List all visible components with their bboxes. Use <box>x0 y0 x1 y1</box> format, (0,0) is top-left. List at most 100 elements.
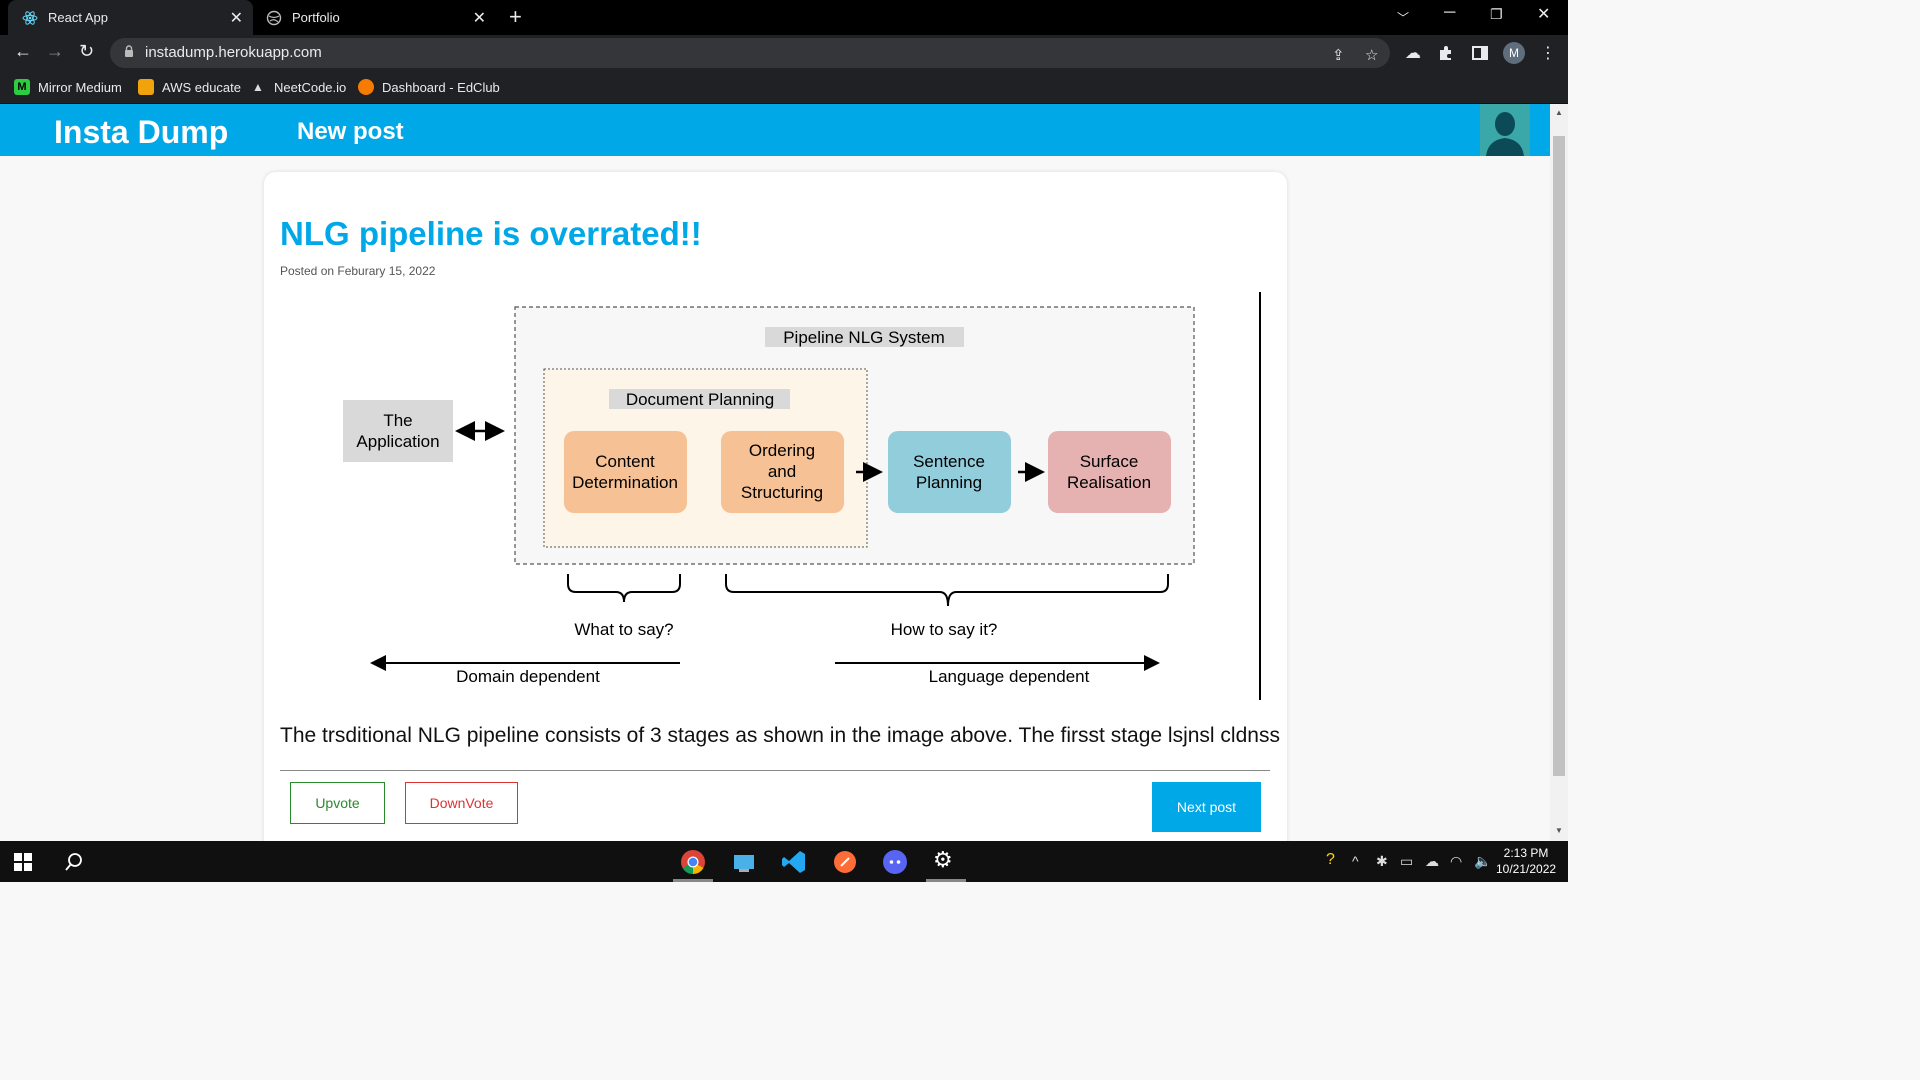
application-label-2: Application <box>356 432 439 451</box>
bookmark-edclub[interactable]: Dashboard - EdClub <box>358 79 500 95</box>
reload-icon[interactable]: ↻ <box>79 41 94 62</box>
system-label: Pipeline NLG System <box>783 328 945 347</box>
sentence-label-1: Sentence <box>913 452 985 471</box>
windows-start-icon[interactable] <box>14 853 32 871</box>
user-icon <box>1486 112 1524 156</box>
post-date: Posted on Feburary 15, 2022 <box>280 264 436 278</box>
medium-icon: M <box>14 79 30 95</box>
discord-icon[interactable] <box>882 849 908 875</box>
ordering-label-2: and <box>768 462 796 481</box>
bookmark-label: Mirror Medium <box>38 79 122 95</box>
post-card: NLG pipeline is overrated!! Posted on Fe… <box>264 172 1287 862</box>
edclub-icon <box>358 79 374 95</box>
aws-cube-icon <box>138 79 154 95</box>
ordering-label-3: Structuring <box>741 483 823 502</box>
post-body: The trsditional NLG pipeline consists of… <box>280 724 1280 747</box>
page-scrollbar[interactable]: ▲ ▼ <box>1550 104 1568 841</box>
browser-tab-bar: React App ✕ Portfolio ✕ + ﹀ ─ ❐ ✕ <box>0 0 1568 35</box>
doc-planning-label: Document Planning <box>626 390 774 409</box>
rocket-icon: ▲ <box>252 80 264 94</box>
windows-taskbar: ⚙ ? ^ ✱ ▭ ☁ ◠ 🔈 2:13 PM 10/21/2022 <box>0 841 1568 882</box>
search-icon[interactable] <box>64 852 84 872</box>
url-text: instadump.herokuapp.com <box>145 44 322 61</box>
chevron-up-icon[interactable]: ^ <box>1352 853 1359 869</box>
tab-title: Portfolio <box>292 10 340 25</box>
upvote-button[interactable]: Upvote <box>290 782 385 824</box>
next-post-button[interactable]: Next post <box>1152 782 1261 832</box>
back-icon[interactable]: ← <box>14 41 32 62</box>
what-brace <box>567 574 681 603</box>
new-tab-icon[interactable]: + <box>509 4 522 30</box>
slack-icon[interactable]: ✱ <box>1376 853 1388 870</box>
sentence-label-2: Planning <box>916 473 982 492</box>
tab-title: React App <box>48 10 108 25</box>
bookmark-label: AWS educate <box>162 79 242 95</box>
system-clock[interactable]: 2:13 PM 10/21/2022 <box>1496 845 1556 877</box>
help-icon[interactable]: ? <box>1326 851 1335 869</box>
minimize-icon[interactable]: ─ <box>1444 4 1455 22</box>
more-menu-icon[interactable]: ⋮ <box>1540 43 1556 63</box>
bookmark-label: Dashboard - EdClub <box>382 79 500 95</box>
side-panel-icon[interactable] <box>1472 45 1488 61</box>
tab-portfolio[interactable]: Portfolio ✕ <box>254 0 496 35</box>
nlg-pipeline-diagram: Pipeline NLG System Document Planning Th… <box>343 292 1261 700</box>
bookmark-neetcode[interactable]: ▲ NeetCode.io <box>250 79 346 95</box>
extensions-puzzle-icon[interactable] <box>1438 45 1454 61</box>
bookmark-label: NeetCode.io <box>274 79 347 95</box>
tab-search-icon[interactable]: ﹀ <box>1397 9 1409 26</box>
bookmarks-bar: M Mirror Medium AWS educate ▲ NeetCode.i… <box>0 72 1568 104</box>
surface-label-2: Realisation <box>1067 473 1151 492</box>
lock-icon <box>125 45 133 57</box>
settings-gear-icon[interactable]: ⚙ <box>933 847 959 873</box>
application-label-1: The <box>383 411 412 430</box>
brand-logo[interactable]: Insta Dump <box>54 114 228 151</box>
file-explorer-icon[interactable] <box>731 849 757 875</box>
forward-icon[interactable]: → <box>46 41 64 62</box>
downvote-button[interactable]: DownVote <box>405 782 518 824</box>
content-label-1: Content <box>595 452 655 471</box>
language-dependent-label: Language dependent <box>929 667 1090 686</box>
globe-icon <box>266 10 282 25</box>
wifi-icon[interactable]: ◠ <box>1450 853 1462 870</box>
bookmark-star-icon[interactable]: ☆ <box>1365 46 1378 64</box>
extension-cloud-icon[interactable]: ☁ <box>1405 43 1421 63</box>
vscode-icon[interactable] <box>781 849 807 875</box>
share-icon[interactable]: ⇪ <box>1332 46 1345 64</box>
new-post-link[interactable]: New post <box>297 118 404 146</box>
ordering-label-1: Ordering <box>749 441 815 460</box>
application-box <box>343 400 453 462</box>
battery-icon[interactable]: ▭ <box>1400 853 1413 870</box>
surface-realisation-box <box>1048 431 1171 513</box>
volume-icon[interactable]: 🔈 <box>1474 853 1491 870</box>
close-tab-icon[interactable]: ✕ <box>473 8 486 28</box>
how-brace <box>725 574 1169 607</box>
surface-label-1: Surface <box>1080 452 1139 471</box>
divider <box>280 770 1270 771</box>
profile-avatar[interactable]: M <box>1503 42 1525 64</box>
app-header: Insta Dump New post <box>0 104 1550 156</box>
chrome-icon[interactable] <box>680 849 706 875</box>
react-icon <box>22 10 38 25</box>
clock-date: 10/21/2022 <box>1496 862 1557 876</box>
scroll-thumb[interactable] <box>1553 136 1565 776</box>
active-app-indicator <box>673 879 713 882</box>
postman-icon[interactable] <box>832 849 858 875</box>
restore-icon[interactable]: ❐ <box>1490 6 1503 23</box>
what-to-say-label: What to say? <box>574 620 673 639</box>
domain-dependent-label: Domain dependent <box>456 667 600 686</box>
content-determination-box <box>564 431 687 513</box>
onedrive-cloud-icon[interactable]: ☁ <box>1425 853 1439 870</box>
content-label-2: Determination <box>572 473 678 492</box>
scroll-up-icon[interactable]: ▲ <box>1555 108 1563 117</box>
close-window-icon[interactable]: ✕ <box>1537 4 1550 24</box>
tab-react-app[interactable]: React App ✕ <box>8 0 253 35</box>
bookmark-mirror-medium[interactable]: M Mirror Medium <box>14 79 122 95</box>
bookmark-aws-educate[interactable]: AWS educate <box>138 79 241 95</box>
scroll-down-icon[interactable]: ▼ <box>1555 826 1563 835</box>
address-bar[interactable]: instadump.herokuapp.com ⇪ ☆ <box>110 38 1390 68</box>
user-avatar[interactable] <box>1480 104 1530 156</box>
sentence-planning-box <box>888 431 1011 513</box>
close-tab-icon[interactable]: ✕ <box>230 8 243 28</box>
post-title: NLG pipeline is overrated!! <box>280 215 702 252</box>
clock-time: 2:13 PM <box>1503 846 1549 860</box>
